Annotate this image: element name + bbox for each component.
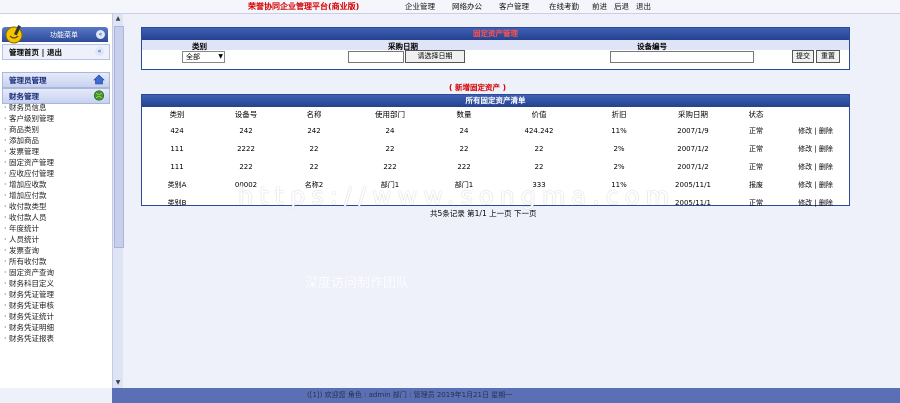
table-row: 111 222 22 222 222 22 2% 2007/1/2 正常 修改 … xyxy=(142,158,849,176)
menu-item[interactable]: 人员统计 xyxy=(0,234,108,245)
search-panel: 固定资产管理 类别 采购日期 设备编号 全部 ▼ 请选择日期 提交 重置 xyxy=(141,27,850,70)
section-label: 财务管理 xyxy=(9,92,39,101)
edit-link[interactable]: 修改 xyxy=(798,145,812,153)
col-value: 价值 xyxy=(496,107,582,122)
globe-icon xyxy=(93,90,105,101)
collapse-icon[interactable]: « xyxy=(95,47,104,56)
nav-enterprise[interactable]: 企业管理 xyxy=(405,1,435,12)
menu-item[interactable]: 财务凭证审核 xyxy=(0,300,108,311)
sidebar-scrollbar[interactable]: ▲ ▼ xyxy=(112,14,124,388)
col-name: 名称 xyxy=(280,107,348,122)
menu-item[interactable]: 固定资产查询 xyxy=(0,267,108,278)
edit-link[interactable]: 修改 xyxy=(798,181,812,189)
menu-item[interactable]: 财务凭证管理 xyxy=(0,289,108,300)
menu-item[interactable]: 商品类别 xyxy=(0,124,108,135)
menu-item[interactable]: 财务凭证统计 xyxy=(0,311,108,322)
menu-item[interactable]: 财务科目定义 xyxy=(0,278,108,289)
scroll-thumb[interactable] xyxy=(114,26,124,248)
menu-item[interactable]: 发票管理 xyxy=(0,146,108,157)
row-actions: 修改 | 删除 xyxy=(798,127,833,135)
col-status: 状态 xyxy=(730,107,782,122)
reset-button[interactable]: 重置 xyxy=(816,50,840,63)
edit-link[interactable]: 修改 xyxy=(798,127,812,135)
home-link[interactable]: 管理首页 xyxy=(9,48,39,57)
scroll-down-icon[interactable]: ▼ xyxy=(113,378,123,388)
col-quantity: 数量 xyxy=(432,107,496,122)
separator: | xyxy=(41,48,45,57)
watermark-text: 深度访问制作团队 xyxy=(305,276,410,291)
choose-date-button[interactable]: 请选择日期 xyxy=(405,50,465,63)
col-actions xyxy=(782,107,849,122)
col-depreciation: 折旧 xyxy=(582,107,656,122)
logout-link[interactable]: 退出 xyxy=(47,48,62,57)
menu-item[interactable]: 客户级别管理 xyxy=(0,113,108,124)
edit-link[interactable]: 修改 xyxy=(798,163,812,171)
col-purchase-date: 采购日期 xyxy=(656,107,730,122)
col-department: 使用部门 xyxy=(348,107,432,122)
finance-menu: 财务员信息 客户级别管理 商品类别 添加商品 发票管理 固定资产管理 应收应付管… xyxy=(0,102,108,344)
row-actions: 修改 | 删除 xyxy=(798,145,833,153)
scroll-up-icon[interactable]: ▲ xyxy=(113,14,123,24)
category-select[interactable]: 全部 ▼ xyxy=(182,51,225,63)
status-bar: ([1]) 欢迎您 角色 : admin 部门 : 管理员 2019年1月21日… xyxy=(112,388,900,403)
menu-item[interactable]: 年度统计 xyxy=(0,223,108,234)
submit-button[interactable]: 提交 xyxy=(792,50,814,63)
menu-item[interactable]: 收付款类型 xyxy=(0,201,108,212)
menu-item[interactable]: 发票查询 xyxy=(0,245,108,256)
watermark-url: https://www.songma.com xyxy=(238,182,675,210)
menu-item[interactable]: 固定资产管理 xyxy=(0,157,108,168)
search-labels: 类别 采购日期 设备编号 xyxy=(142,40,849,51)
add-asset-link[interactable]: ( 新增固定资产 ) xyxy=(449,82,506,93)
menu-item[interactable]: 收付款人员 xyxy=(0,212,108,223)
nav-forward[interactable]: 前进 xyxy=(592,1,607,12)
app-title: 荣誉协同企业管理平台(商业版) xyxy=(248,2,360,11)
status-text: ([1]) 欢迎您 角色 : admin 部门 : 管理员 2019年1月21日… xyxy=(307,391,513,399)
search-row: 全部 ▼ 请选择日期 提交 重置 xyxy=(142,50,849,63)
row-actions: 修改 | 删除 xyxy=(798,181,833,189)
table-header-row: 类别 设备号 名称 使用部门 数量 价值 折旧 采购日期 状态 xyxy=(142,107,849,122)
menu-item[interactable]: 添加商品 xyxy=(0,135,108,146)
section-admin[interactable]: 管理员管理 xyxy=(2,72,110,88)
delete-link[interactable]: 删除 xyxy=(819,181,833,189)
col-category: 类别 xyxy=(142,107,212,122)
nav-exit[interactable]: 退出 xyxy=(636,1,651,12)
delete-link[interactable]: 删除 xyxy=(819,145,833,153)
date-input[interactable] xyxy=(348,51,404,63)
row-actions: 修改 | 删除 xyxy=(798,199,833,207)
list-title: 所有固定资产清单 xyxy=(142,95,849,107)
nav-attendance[interactable]: 在线考勤 xyxy=(549,1,579,12)
edit-link[interactable]: 修改 xyxy=(798,199,812,207)
menu-item[interactable]: 财务凭证报表 xyxy=(0,333,108,344)
device-no-input[interactable] xyxy=(610,51,754,63)
nav-office[interactable]: 网络办公 xyxy=(452,1,482,12)
table-row: 424 242 242 24 24 424.242 11% 2007/1/9 正… xyxy=(142,122,849,140)
section-label: 管理员管理 xyxy=(9,76,47,85)
nav-customer[interactable]: 客户管理 xyxy=(499,1,529,12)
top-bar: 荣誉协同企业管理平台(商业版) 企业管理 网络办公 客户管理 在线考勤 前进 后… xyxy=(0,0,900,14)
menu-item[interactable]: 增加应收款 xyxy=(0,179,108,190)
sidebar-title: 功能菜单 xyxy=(50,31,78,39)
user-row: 管理首页 | 退出 « xyxy=(2,44,110,60)
delete-link[interactable]: 删除 xyxy=(819,199,833,207)
delete-link[interactable]: 删除 xyxy=(819,163,833,171)
col-device-no: 设备号 xyxy=(212,107,280,122)
menu-item[interactable]: 财务员信息 xyxy=(0,102,108,113)
menu-item[interactable]: 财务凭证明细 xyxy=(0,322,108,333)
row-actions: 修改 | 删除 xyxy=(798,163,833,171)
collapse-icon[interactable]: « xyxy=(96,30,105,39)
delete-link[interactable]: 删除 xyxy=(819,127,833,135)
nav-back[interactable]: 后退 xyxy=(614,1,629,12)
table-row: 111 2222 22 22 22 22 2% 2007/1/2 正常 修改 |… xyxy=(142,140,849,158)
menu-item[interactable]: 增加应付款 xyxy=(0,190,108,201)
menu-item[interactable]: 所有收付款 xyxy=(0,256,108,267)
chevron-down-icon: ▼ xyxy=(218,53,223,60)
sidebar: 功能菜单 « 管理首页 | 退出 « 管理员管理 财务管理 财务员信息 客户级别… xyxy=(0,14,112,388)
menu-item[interactable]: 应收应付管理 xyxy=(0,168,108,179)
home-icon xyxy=(93,74,105,85)
logo-icon xyxy=(5,25,23,44)
search-panel-title: 固定资产管理 xyxy=(142,28,849,40)
